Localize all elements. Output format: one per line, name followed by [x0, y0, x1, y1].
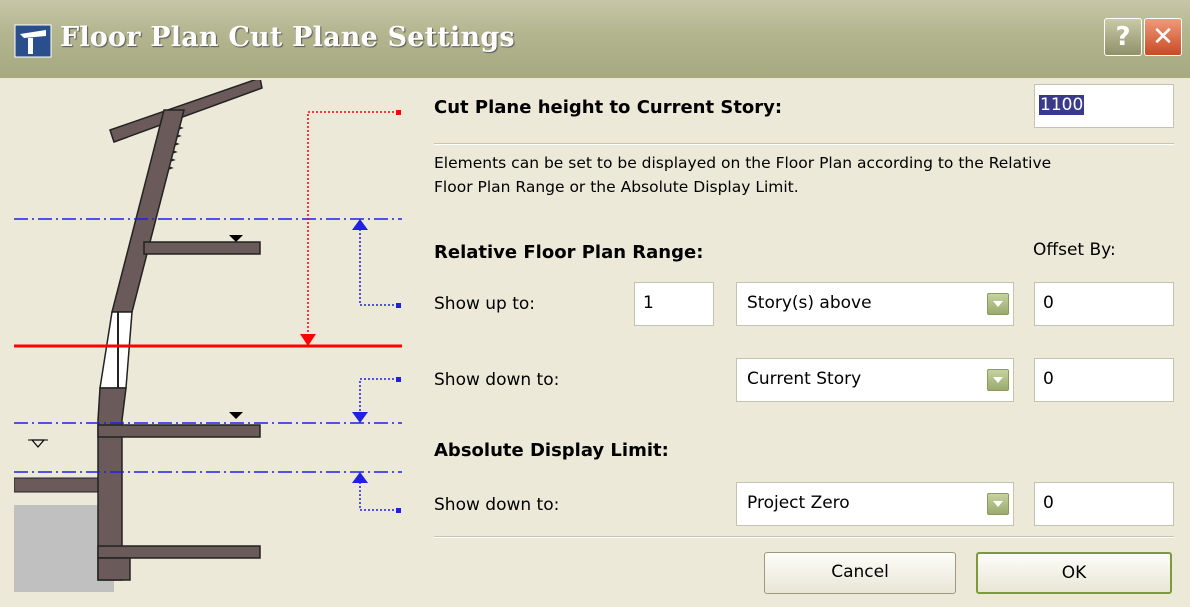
chevron-down-icon[interactable]	[987, 369, 1009, 391]
app-icon	[14, 24, 52, 58]
window-opening	[99, 311, 133, 389]
show-down-offset-input[interactable]: 0	[1034, 358, 1174, 402]
chevron-down-icon[interactable]	[987, 293, 1009, 315]
upper-floor-slab	[143, 241, 261, 255]
chevron-down-icon[interactable]	[987, 493, 1009, 515]
cut-plane-dimension	[307, 111, 398, 336]
current-floor-slab	[97, 424, 261, 438]
show-up-select[interactable]: Story(s) above	[736, 282, 1014, 326]
cut-plane-height-input[interactable]: 1100	[1034, 84, 1174, 128]
window-title: Floor Plan Cut Plane Settings	[60, 22, 515, 53]
show-down-select[interactable]: Current Story	[736, 358, 1014, 402]
description-line-1: Elements can be set to be displayed on t…	[434, 154, 1052, 172]
show-up-count-input[interactable]: 1	[634, 282, 714, 326]
relative-range-heading: Relative Floor Plan Range:	[434, 242, 704, 263]
show-down-label: Show down to:	[434, 370, 560, 390]
foundation-slab	[97, 545, 261, 559]
show-up-label: Show up to:	[434, 294, 536, 314]
ok-button[interactable]: OK	[976, 552, 1172, 594]
separator-bottom	[434, 536, 1174, 538]
show-up-select-value: Story(s) above	[747, 293, 872, 313]
show-down-select-value: Current Story	[747, 369, 862, 389]
absolute-limit-dimension	[359, 483, 398, 511]
separator-top	[434, 143, 1174, 145]
section-diagram	[13, 77, 402, 592]
ground-level-marker	[30, 439, 46, 448]
roof-slab	[109, 77, 263, 143]
show-up-dimension	[359, 230, 398, 306]
absolute-show-down-select[interactable]: Project Zero	[736, 482, 1014, 526]
offset-by-heading: Offset By:	[1033, 240, 1116, 260]
absolute-limit-heading: Absolute Display Limit:	[434, 440, 669, 461]
absolute-select-value: Project Zero	[747, 493, 850, 513]
cut-plane-value: 1100	[1039, 95, 1085, 115]
title-bar[interactable]: Floor Plan Cut Plane Settings ? ✕	[0, 0, 1190, 78]
close-button[interactable]: ✕	[1144, 18, 1182, 56]
help-button[interactable]: ?	[1104, 18, 1142, 56]
cancel-button[interactable]: Cancel	[764, 552, 956, 594]
upper-wall	[111, 109, 185, 313]
ground-surface	[13, 477, 103, 493]
dialog-window: Floor Plan Cut Plane Settings ? ✕ Cut Pl…	[0, 0, 1190, 607]
absolute-show-down-label: Show down to:	[434, 495, 560, 515]
current-level-marker	[229, 412, 243, 419]
absolute-offset-input[interactable]: 0	[1034, 482, 1174, 526]
show-up-offset-input[interactable]: 0	[1034, 282, 1174, 326]
cut-plane-label: Cut Plane height to Current Story:	[434, 97, 783, 118]
description-line-2: Floor Plan Range or the Absolute Display…	[434, 178, 799, 196]
upper-level-marker	[229, 235, 243, 242]
show-down-dimension	[359, 378, 398, 412]
footing	[97, 557, 131, 581]
